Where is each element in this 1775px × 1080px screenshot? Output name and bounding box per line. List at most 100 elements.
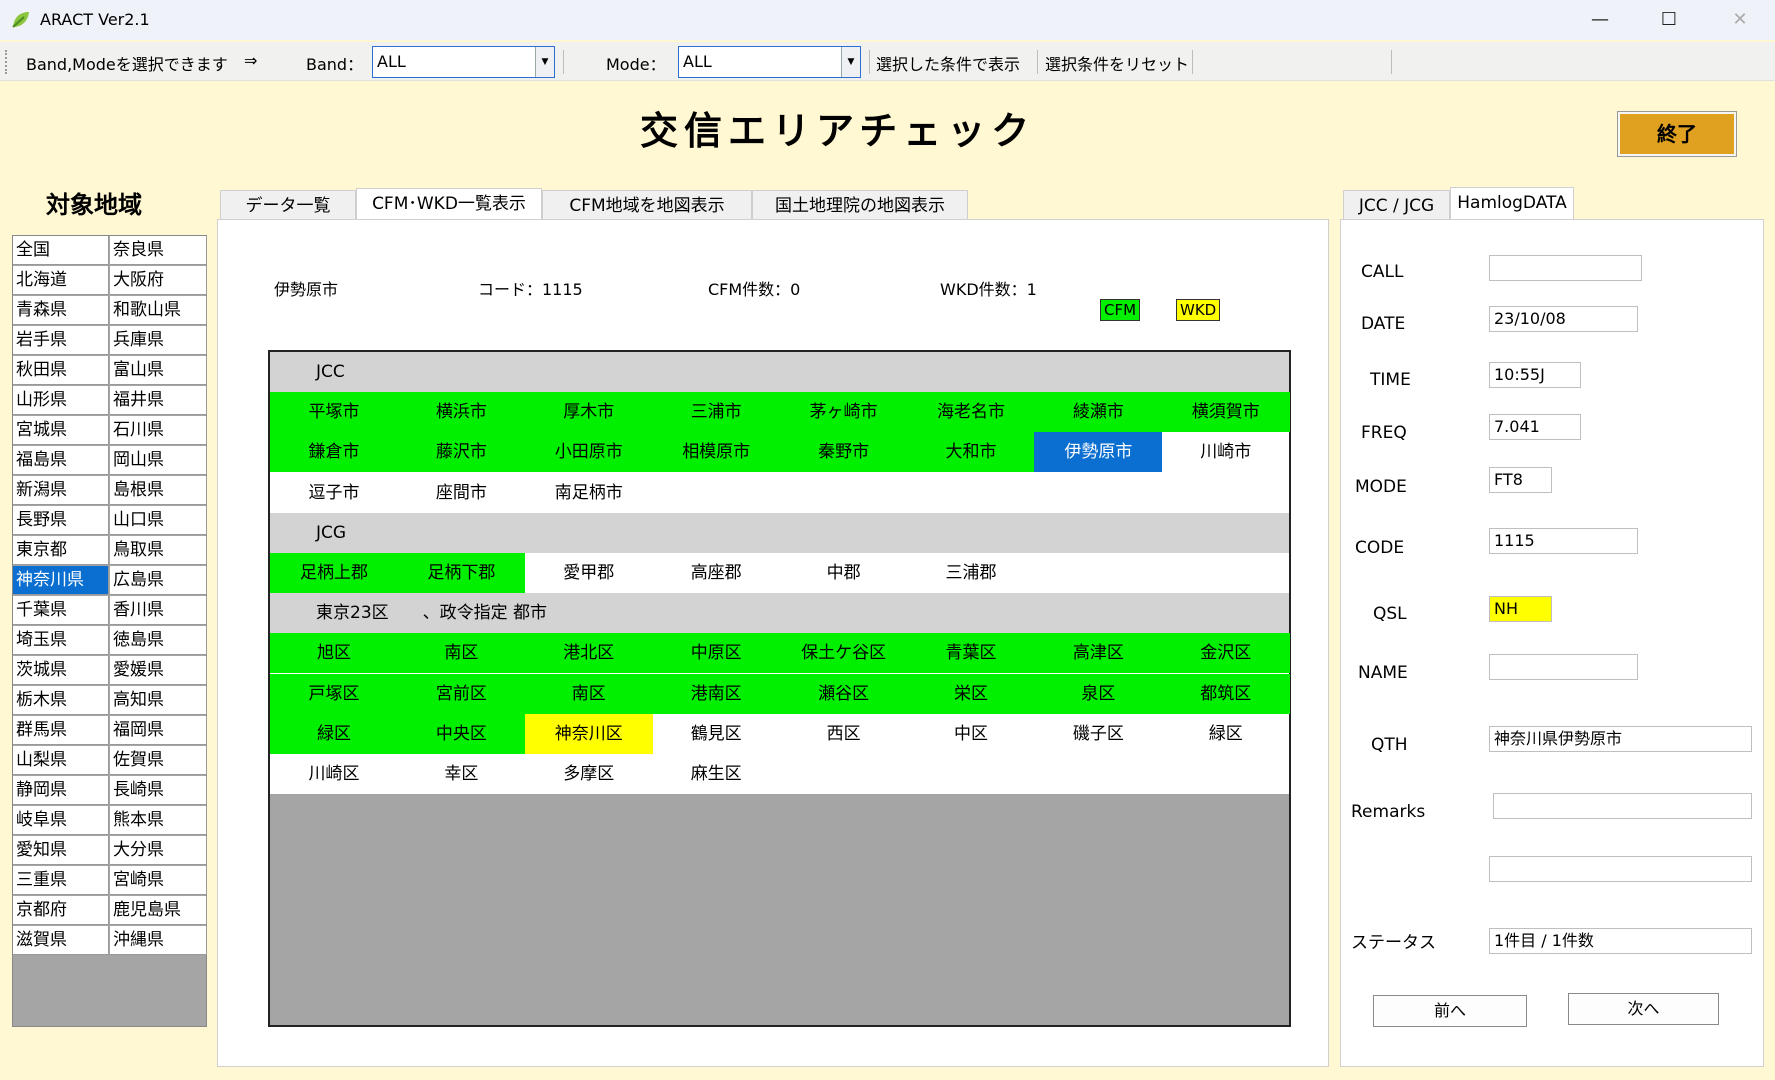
- reset-filter-button[interactable]: 選択条件をリセット: [1045, 51, 1189, 75]
- area-cell[interactable]: 中郡: [780, 553, 908, 593]
- region-item[interactable]: 愛知県: [13, 836, 109, 865]
- area-cell[interactable]: 青葉区: [907, 633, 1035, 674]
- minimize-button[interactable]: —: [1580, 6, 1620, 34]
- region-item[interactable]: 鹿児島県: [110, 896, 207, 925]
- region-item[interactable]: 大阪府: [110, 266, 207, 295]
- code-field[interactable]: 1115: [1489, 528, 1638, 554]
- region-item[interactable]: 熊本県: [110, 806, 207, 835]
- area-cell[interactable]: 南区: [524, 673, 653, 714]
- region-item[interactable]: 栃木県: [13, 686, 109, 715]
- region-item[interactable]: 宮城県: [13, 416, 109, 445]
- region-item[interactable]: 新潟県: [13, 476, 109, 505]
- region-item[interactable]: 高知県: [110, 686, 207, 715]
- region-item[interactable]: 宮崎県: [110, 866, 207, 895]
- area-cell[interactable]: 逗子市: [270, 473, 398, 513]
- area-cell[interactable]: 川崎市: [1162, 432, 1290, 472]
- region-item[interactable]: 山形県: [13, 386, 109, 415]
- area-cell[interactable]: 南区: [397, 633, 526, 674]
- area-cell[interactable]: 横浜市: [397, 392, 526, 433]
- area-cell[interactable]: 西区: [780, 714, 908, 754]
- area-cell[interactable]: 鶴見区: [652, 714, 780, 754]
- region-item[interactable]: 山口県: [110, 506, 207, 535]
- next-button[interactable]: 次へ: [1568, 993, 1719, 1025]
- mode-select[interactable]: ALL ▼: [678, 46, 861, 78]
- area-cell[interactable]: 緑区: [270, 713, 398, 754]
- region-item[interactable]: 全国: [13, 236, 109, 265]
- region-item[interactable]: 埼玉県: [13, 626, 109, 655]
- area-cell[interactable]: 保土ケ谷区: [779, 633, 908, 674]
- region-item[interactable]: 山梨県: [13, 746, 109, 775]
- area-cell[interactable]: 麻生区: [652, 754, 780, 794]
- region-item[interactable]: 静岡県: [13, 776, 109, 805]
- region-item[interactable]: 和歌山県: [110, 296, 207, 325]
- area-cell[interactable]: 綾瀬市: [1034, 392, 1163, 433]
- prev-button[interactable]: 前へ: [1373, 995, 1527, 1027]
- toolbar-grip[interactable]: [5, 50, 9, 74]
- area-cell[interactable]: 愛甲郡: [525, 553, 653, 593]
- area-cell[interactable]: 座間市: [397, 473, 525, 513]
- region-item[interactable]: 兵庫県: [110, 326, 207, 355]
- area-cell[interactable]: 中区: [907, 714, 1035, 754]
- area-cell[interactable]: 南足柄市: [525, 473, 653, 513]
- chevron-down-icon[interactable]: ▼: [841, 47, 860, 77]
- region-item[interactable]: 秋田県: [13, 356, 109, 385]
- region-item[interactable]: 京都府: [13, 896, 109, 925]
- qth-field[interactable]: 神奈川県伊勢原市: [1489, 726, 1752, 752]
- area-cell[interactable]: 都筑区: [1161, 673, 1290, 714]
- name-field[interactable]: [1489, 654, 1638, 680]
- area-cell[interactable]: 秦野市: [779, 432, 908, 473]
- region-item[interactable]: 東京都: [13, 536, 109, 565]
- area-cell[interactable]: 海老名市: [907, 392, 1035, 433]
- area-cell[interactable]: 港北区: [524, 633, 653, 674]
- area-cell[interactable]: 大和市: [907, 432, 1035, 473]
- area-cell[interactable]: 川崎区: [270, 754, 398, 794]
- region-item[interactable]: 島根県: [110, 476, 207, 505]
- region-item[interactable]: 茨城県: [13, 656, 109, 685]
- region-item[interactable]: 長野県: [13, 506, 109, 535]
- area-cell[interactable]: 厚木市: [524, 392, 653, 433]
- area-cell[interactable]: 茅ヶ崎市: [779, 392, 908, 433]
- area-cell[interactable]: 中原区: [652, 633, 781, 674]
- band-select[interactable]: ALL ▼: [372, 46, 555, 78]
- call-field[interactable]: [1489, 255, 1642, 281]
- tab-cfm-wkd-list[interactable]: CFM･WKD一覧表示: [356, 188, 542, 220]
- maximize-button[interactable]: ☐: [1649, 6, 1689, 34]
- region-item[interactable]: 長崎県: [110, 776, 207, 805]
- region-item[interactable]: 富山県: [110, 356, 207, 385]
- area-cell[interactable]: 足柄上郡: [270, 553, 398, 593]
- area-cell[interactable]: 金沢区: [1161, 633, 1290, 674]
- show-filter-button[interactable]: 選択した条件で表示: [876, 51, 1020, 75]
- area-cell[interactable]: 高津区: [1034, 633, 1163, 674]
- region-item[interactable]: 神奈川県: [13, 566, 109, 595]
- area-cell[interactable]: 幸区: [397, 754, 525, 794]
- close-button[interactable]: ✕: [1720, 6, 1760, 34]
- area-cell[interactable]: 小田原市: [524, 432, 653, 473]
- region-item[interactable]: 香川県: [110, 596, 207, 625]
- region-item[interactable]: 福井県: [110, 386, 207, 415]
- region-item[interactable]: 徳島県: [110, 626, 207, 655]
- remarks-field[interactable]: [1493, 793, 1752, 819]
- exit-button[interactable]: 終了: [1618, 112, 1736, 156]
- region-item[interactable]: 群馬県: [13, 716, 109, 745]
- area-cell[interactable]: 磯子区: [1034, 714, 1162, 754]
- area-cell[interactable]: 伊勢原市: [1034, 432, 1163, 473]
- region-item[interactable]: 岩手県: [13, 326, 109, 355]
- remarks-field-2[interactable]: [1489, 856, 1752, 882]
- region-item[interactable]: 大分県: [110, 836, 207, 865]
- area-cell[interactable]: 中央区: [397, 713, 526, 754]
- date-field[interactable]: 23/10/08: [1489, 306, 1638, 332]
- region-item[interactable]: 奈良県: [110, 236, 207, 265]
- area-cell[interactable]: 相模原市: [652, 432, 781, 473]
- region-item[interactable]: 福島県: [13, 446, 109, 475]
- region-item[interactable]: 三重県: [13, 866, 109, 895]
- region-item[interactable]: 石川県: [110, 416, 207, 445]
- freq-field[interactable]: 7.041: [1489, 414, 1581, 440]
- area-cell[interactable]: 宮前区: [397, 673, 526, 714]
- region-item[interactable]: 北海道: [13, 266, 109, 295]
- region-item[interactable]: 青森県: [13, 296, 109, 325]
- area-cell[interactable]: 港南区: [652, 673, 781, 714]
- tab-cfm-map[interactable]: CFM地域を地図表示: [542, 190, 752, 220]
- area-cell[interactable]: 三浦市: [652, 392, 781, 433]
- area-cell[interactable]: 高座郡: [652, 553, 780, 593]
- tab-jcc-jcg[interactable]: JCC / JCG: [1343, 190, 1450, 220]
